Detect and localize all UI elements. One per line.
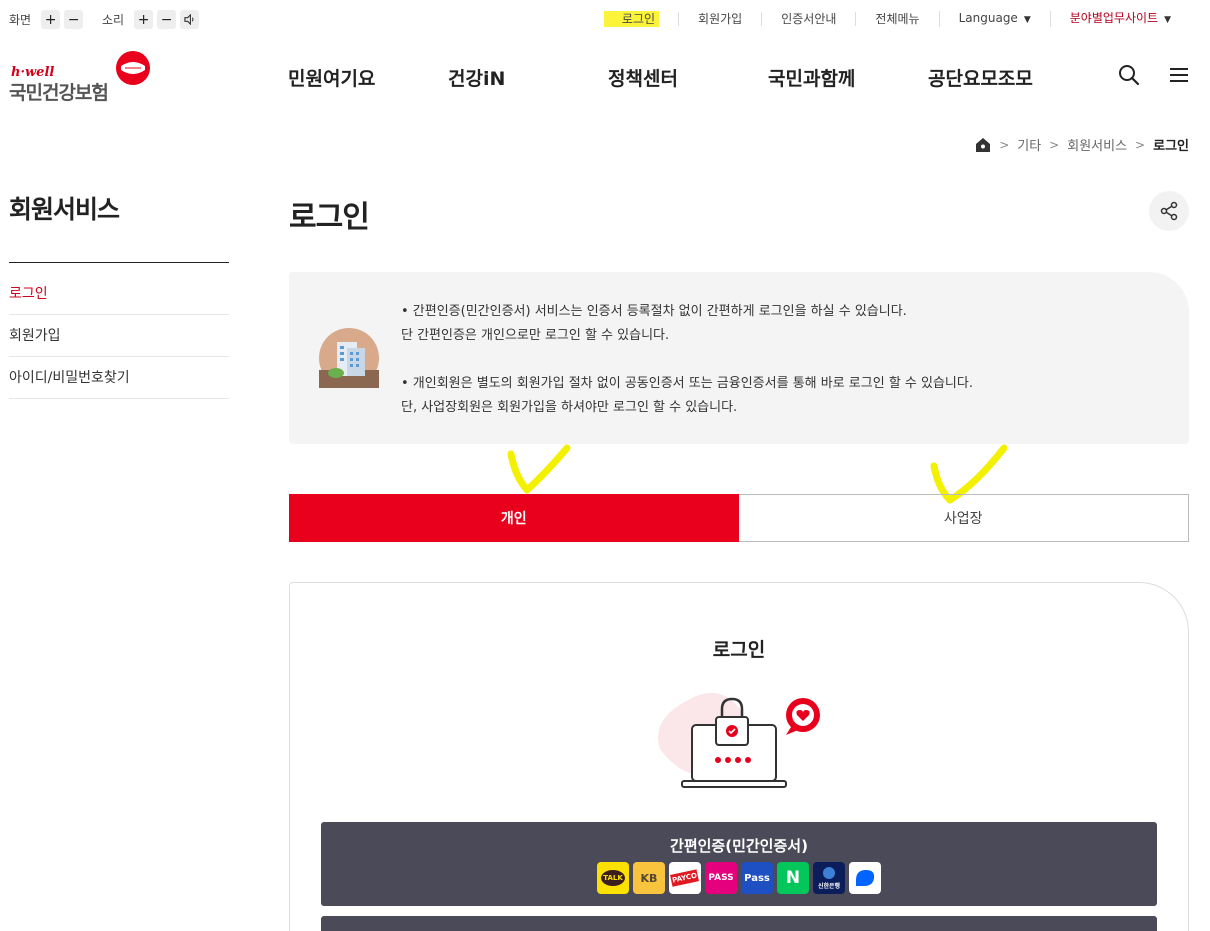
simple-auth-button[interactable]: 간편인증(민간인증서) TALK KB PAYCO PASS Pass N 신한… [321, 822, 1157, 906]
tab-business[interactable]: 사업장 [738, 494, 1189, 542]
breadcrumb-current: 로그인 [1153, 139, 1189, 154]
sound-label: 소리 [102, 13, 125, 27]
home-icon[interactable] [975, 137, 991, 153]
chevron-right-icon: > [1049, 137, 1060, 152]
sidebar-item-join[interactable]: 회원가입 [9, 315, 229, 357]
notice-text: • 간편인증(민간인증서) 서비스는 인증서 등록절차 없이 간편하게 로그인을… [401, 300, 973, 420]
naver-icon: N [777, 862, 809, 894]
login-link[interactable]: 로그인 [603, 11, 660, 27]
join-link[interactable]: 회원가입 [678, 12, 761, 26]
page-title: 로그인 [289, 200, 370, 235]
samsung-pass-icon: Pass [741, 862, 773, 894]
business-site-label: 분야별업무사이트 [1069, 11, 1159, 25]
sidebar-title: 회원서비스 [9, 195, 120, 224]
breadcrumb-item[interactable]: 회원서비스 [1067, 135, 1127, 154]
nav-item-policy[interactable]: 정책센터 [608, 64, 768, 91]
share-button[interactable] [1149, 191, 1189, 231]
notice-line: 단 간편인증은 개인으로만 로그인 할 수 있습니다. [401, 328, 670, 343]
top-links: 로그인 회원가입 인증서안내 전체메뉴 Language ▼ 분야별업무사이트 ▼ [603, 11, 1190, 27]
simple-auth-label: 간편인증(민간인증서) [670, 837, 808, 855]
hamburger-menu-icon[interactable] [1168, 64, 1190, 86]
nav-item-health[interactable]: 건강iN [448, 64, 608, 91]
toss-icon [849, 862, 881, 894]
screen-zoom-label: 화면 [9, 13, 32, 27]
caret-down-icon: ▼ [1023, 15, 1031, 25]
sidebar-divider [9, 262, 229, 263]
caret-down-icon: ▼ [1164, 15, 1171, 25]
nav-item-about[interactable]: 공단요모조모 [928, 64, 1033, 91]
tab-personal[interactable]: 개인 [289, 494, 739, 542]
notice-box: • 간편인증(민간인증서) 서비스는 인증서 등록절차 없이 간편하게 로그인을… [289, 272, 1189, 444]
member-type-tabs: 개인 사업장 [289, 494, 1189, 542]
nav-item-civil[interactable]: 민원여기요 [288, 64, 448, 91]
building-icon [319, 328, 379, 388]
volume-down-button[interactable]: − [157, 10, 177, 29]
speaker-icon[interactable] [180, 10, 200, 29]
sidebar-item-login[interactable]: 로그인 [9, 273, 229, 315]
chevron-right-icon: > [1135, 137, 1146, 152]
logo-name: 국민건강보험 [9, 82, 109, 104]
logo-emblem-icon [116, 51, 150, 85]
main-nav: 민원여기요 건강iN 정책센터 국민과함께 공단요모조모 [288, 64, 1033, 91]
breadcrumb: > 기타 > 회원서비스 > 로그인 [975, 135, 1189, 154]
notice-line: • 간편인증(민간인증서) 서비스는 인증서 등록절차 없이 간편하게 로그인을… [401, 304, 907, 319]
business-site-select[interactable]: 분야별업무사이트 ▼ [1049, 11, 1190, 27]
pass-icon: PASS [705, 862, 737, 894]
kakao-icon: TALK [597, 862, 629, 894]
zoom-out-button[interactable]: − [64, 10, 84, 29]
login-panel: 로그인 간편인증(민간인증서) TALK KB PAYCO PASS Pass … [289, 582, 1189, 931]
chevron-right-icon: > [999, 137, 1010, 152]
notice-line: 단, 사업장회원은 회원가입을 하셔야만 로그인 할 수 있습니다. [401, 400, 738, 415]
all-menu-link[interactable]: 전체메뉴 [855, 12, 938, 26]
shinhan-icon: 신한은행 [813, 862, 845, 894]
header-icons [1118, 64, 1190, 86]
certificate-login-button[interactable] [321, 916, 1157, 931]
sidebar-menu: 로그인 회원가입 아이디/비밀번호찾기 [9, 273, 229, 399]
utility-bar: 화면 + − 소리 + − 로그인 회원가입 인증서안내 전체메뉴 Langua… [0, 0, 1210, 38]
search-icon[interactable] [1118, 64, 1140, 86]
nav-item-together[interactable]: 국민과함께 [768, 64, 928, 91]
zoom-in-button[interactable]: + [41, 10, 61, 29]
site-logo[interactable]: h·well 국민건강보험 [9, 50, 159, 104]
cert-guide-link[interactable]: 인증서안내 [761, 12, 855, 26]
sound-controls: 소리 + − [102, 10, 200, 29]
language-label: Language [958, 11, 1018, 25]
share-icon [1160, 201, 1178, 221]
kb-icon: KB [633, 862, 665, 894]
auth-provider-list: TALK KB PAYCO PASS Pass N 신한은행 [597, 862, 881, 894]
screen-zoom-controls: 화면 + − [9, 10, 84, 29]
language-select[interactable]: Language ▼ [938, 11, 1050, 27]
laptop-lock-illustration [658, 692, 820, 788]
check-mark-icon [507, 444, 571, 494]
payco-icon: PAYCO [669, 862, 701, 894]
breadcrumb-item[interactable]: 기타 [1017, 135, 1041, 154]
notice-line: • 개인회원은 별도의 회원가입 절차 없이 공동인증서 또는 금융인증서를 통… [401, 376, 973, 391]
login-title: 로그인 [712, 639, 766, 661]
sidebar-item-find-account[interactable]: 아이디/비밀번호찾기 [9, 357, 229, 399]
volume-up-button[interactable]: + [134, 10, 154, 29]
